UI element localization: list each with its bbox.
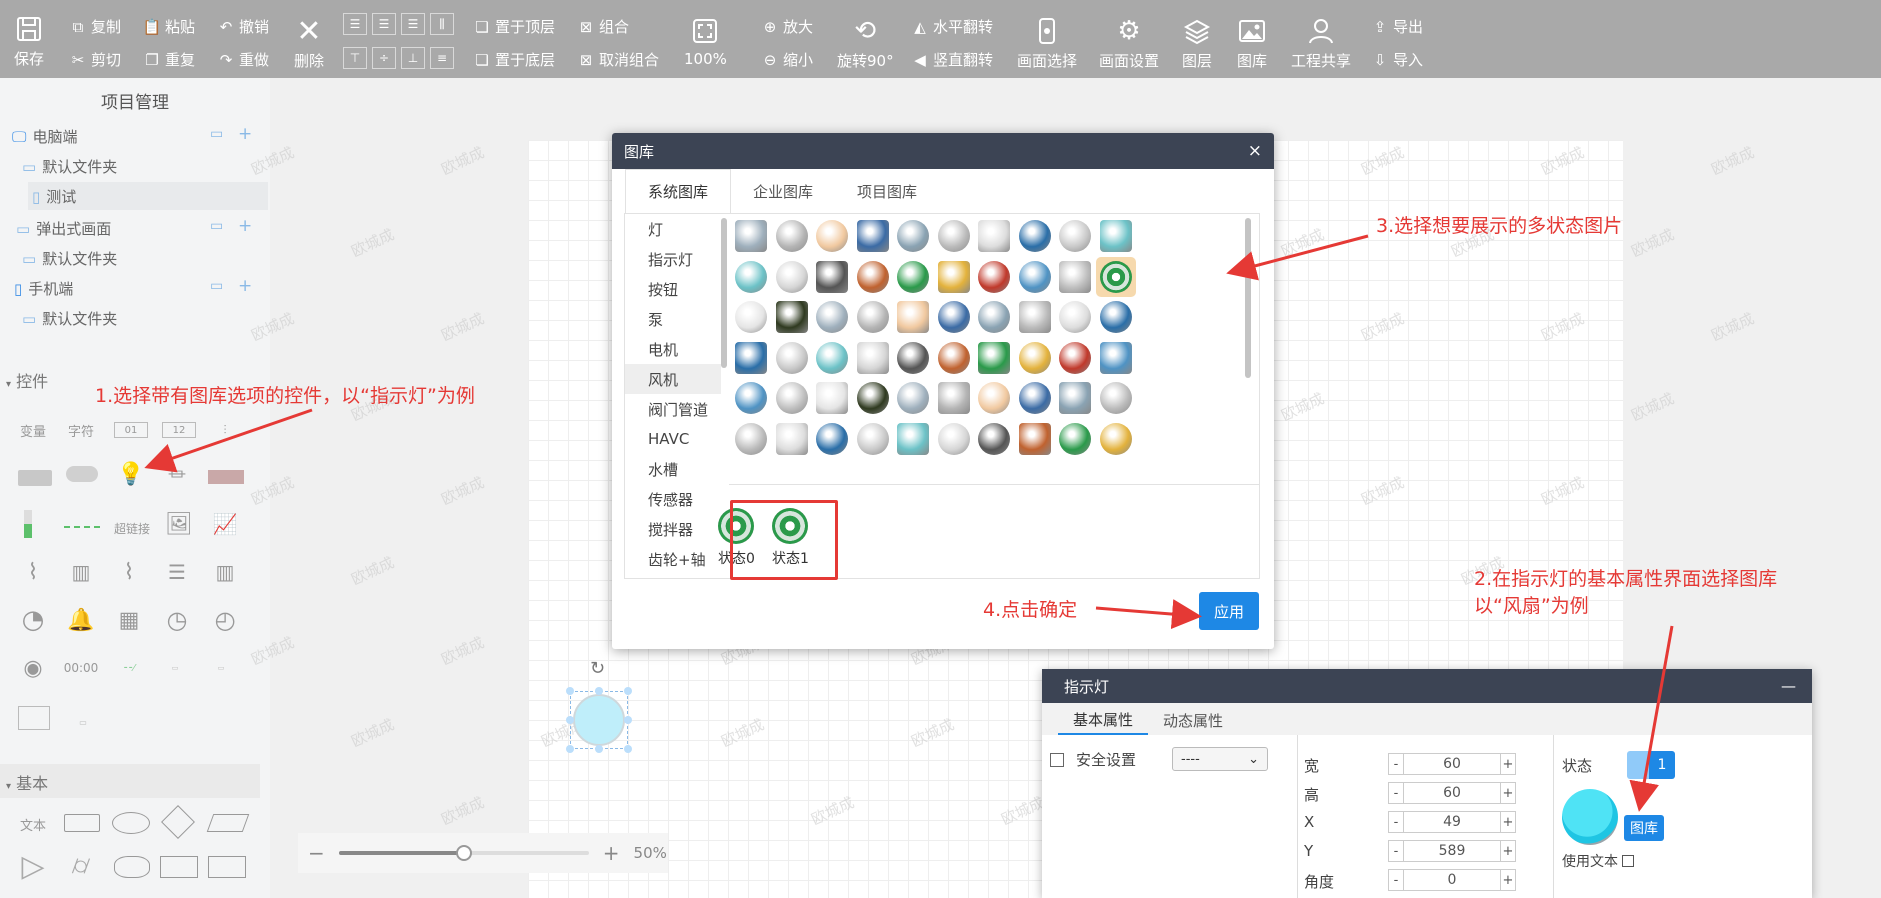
annotation-arrows [144,234,1674,812]
arrow-step-1 [144,408,313,473]
arrow-step-2 [1629,625,1674,812]
arrow-step-3 [1226,234,1369,281]
arrow-step-4 [1095,599,1202,630]
